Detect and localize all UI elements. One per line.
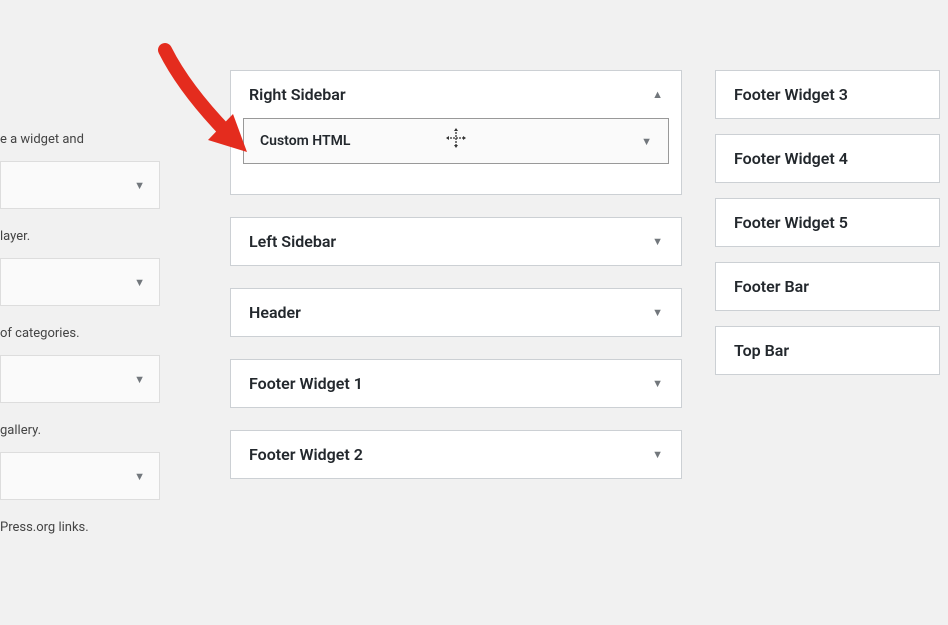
widget-area-footer-2: Footer Widget 2 ▼ xyxy=(230,430,682,479)
chevron-down-icon: ▼ xyxy=(134,373,145,386)
widget-area-title: Header xyxy=(249,303,301,322)
widget-area-title: Footer Widget 4 xyxy=(734,149,848,168)
widget-area-title: Footer Widget 5 xyxy=(734,213,848,232)
widget-area-right-sidebar: Right Sidebar ▲ Custom HTML ▼ xyxy=(230,70,682,195)
available-widget-item[interactable]: ▼ xyxy=(0,161,160,209)
widget-area-header-area: Header ▼ xyxy=(230,288,682,337)
chevron-down-icon: ▼ xyxy=(134,179,145,192)
widget-area-footer-1: Footer Widget 1 ▼ xyxy=(230,359,682,408)
widget-area-footer-4: Footer Widget 4 xyxy=(715,134,940,183)
widget-custom-html[interactable]: Custom HTML ▼ xyxy=(243,118,669,164)
widget-area-body: Custom HTML ▼ xyxy=(231,118,681,194)
widget-desc-fragment: Press.org links. xyxy=(0,512,160,543)
widget-area-header[interactable]: Footer Widget 2 ▼ xyxy=(231,431,681,478)
chevron-down-icon: ▼ xyxy=(652,306,663,319)
widget-area-header[interactable]: Footer Widget 4 xyxy=(716,135,939,182)
widget-area-title: Footer Bar xyxy=(734,277,809,296)
chevron-down-icon: ▼ xyxy=(652,448,663,461)
widget-desc-fragment: of categories. xyxy=(0,318,160,349)
available-widget-item[interactable]: ▼ xyxy=(0,258,160,306)
widget-area-title: Right Sidebar xyxy=(249,85,346,104)
chevron-up-icon: ▲ xyxy=(652,88,663,101)
widget-area-title: Left Sidebar xyxy=(249,232,336,251)
move-cursor-icon xyxy=(445,127,467,153)
widget-area-header[interactable]: Footer Widget 3 xyxy=(716,71,939,118)
widget-area-header[interactable]: Footer Bar xyxy=(716,263,939,310)
widget-area-header[interactable]: Header ▼ xyxy=(231,289,681,336)
widget-area-header[interactable]: Footer Widget 1 ▼ xyxy=(231,360,681,407)
widget-area-title: Footer Widget 1 xyxy=(249,374,363,393)
chevron-down-icon: ▼ xyxy=(134,470,145,483)
available-widget-item[interactable]: ▼ xyxy=(0,355,160,403)
available-widget-item[interactable]: ▼ xyxy=(0,452,160,500)
widget-area-header[interactable]: Right Sidebar ▲ xyxy=(231,71,681,118)
chevron-down-icon: ▼ xyxy=(641,135,652,148)
widget-desc-fragment: e a widget and xyxy=(0,124,160,155)
widget-area-title: Top Bar xyxy=(734,341,789,360)
chevron-down-icon: ▼ xyxy=(652,377,663,390)
widget-area-left-sidebar: Left Sidebar ▼ xyxy=(230,217,682,266)
widget-area-header[interactable]: Footer Widget 5 xyxy=(716,199,939,246)
widget-desc-fragment: gallery. xyxy=(0,415,160,446)
available-widgets-column: e a widget and ▼ layer. ▼ of categories.… xyxy=(0,0,160,549)
widget-area-top-bar: Top Bar xyxy=(715,326,940,375)
widget-area-header[interactable]: Top Bar xyxy=(716,327,939,374)
widget-item-title: Custom HTML xyxy=(260,133,350,149)
widget-areas-column: Right Sidebar ▲ Custom HTML ▼ xyxy=(230,70,682,501)
chevron-down-icon: ▼ xyxy=(134,276,145,289)
widget-areas-column-2: Footer Widget 3 Footer Widget 4 Footer W… xyxy=(715,70,940,390)
chevron-down-icon: ▼ xyxy=(652,235,663,248)
widget-area-header[interactable]: Left Sidebar ▼ xyxy=(231,218,681,265)
widget-area-footer-5: Footer Widget 5 xyxy=(715,198,940,247)
widget-area-footer-3: Footer Widget 3 xyxy=(715,70,940,119)
widget-desc-fragment: layer. xyxy=(0,221,160,252)
widget-area-title: Footer Widget 3 xyxy=(734,85,848,104)
widget-area-title: Footer Widget 2 xyxy=(249,445,363,464)
widget-area-footer-bar: Footer Bar xyxy=(715,262,940,311)
